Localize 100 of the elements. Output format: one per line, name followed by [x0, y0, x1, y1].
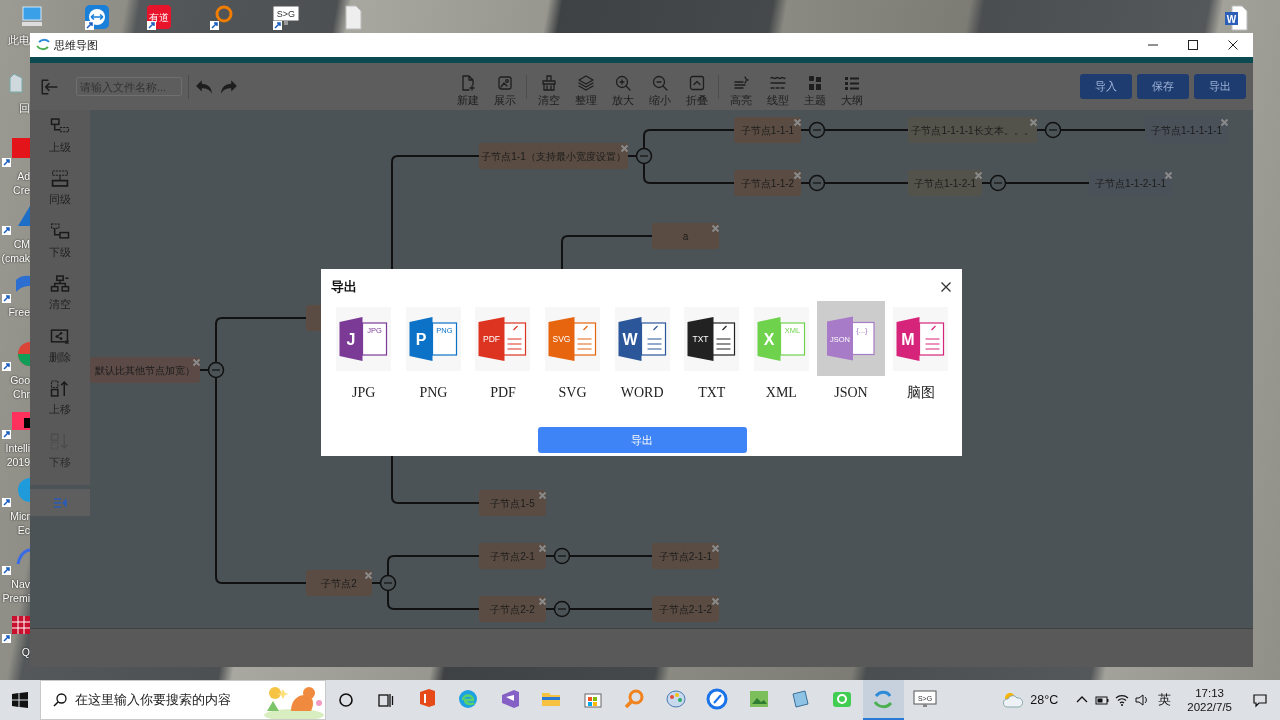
- chat-bubble-icon: [1252, 692, 1268, 708]
- collapse-toggle[interactable]: [553, 547, 571, 565]
- collapse-toggle[interactable]: [808, 174, 826, 192]
- logo-text: 有道: [149, 12, 169, 23]
- icon-letter: P: [415, 330, 427, 348]
- collapse-toggle[interactable]: [207, 361, 225, 379]
- format-option[interactable]: TXT TXT: [676, 301, 747, 403]
- close-icon[interactable]: [711, 224, 720, 233]
- tree-icon: [50, 275, 70, 293]
- input-method-text[interactable]: 英: [1158, 690, 1172, 710]
- icon-letter: J: [346, 330, 356, 348]
- new-file-icon: [459, 74, 476, 91]
- image-icon: [496, 74, 513, 91]
- collapse-icon: [688, 74, 705, 91]
- zoom-in-icon: [614, 74, 631, 91]
- close-icon[interactable]: [620, 144, 629, 153]
- icon-label: 2019: [6, 455, 30, 469]
- palette-icon: [664, 688, 687, 710]
- icon-letter: M: [901, 330, 915, 348]
- parent-node-icon: [50, 118, 70, 135]
- app-logo-icon: [36, 38, 50, 52]
- clock-date: 2022/7/5: [1187, 700, 1232, 714]
- sidebar-toggle-button[interactable]: [30, 489, 90, 516]
- close-icon[interactable]: [1164, 171, 1173, 180]
- close-icon[interactable]: [793, 171, 802, 180]
- icon-label: (cmak: [1, 251, 30, 265]
- format-option[interactable]: PDF PDF: [468, 301, 538, 403]
- format-option[interactable]: W WORD: [607, 301, 677, 403]
- close-icon[interactable]: [711, 544, 720, 553]
- close-icon[interactable]: [364, 571, 373, 580]
- redo-icon: [220, 77, 238, 96]
- search-box[interactable]: 在这里输入你要搜索的内容: [40, 680, 326, 720]
- list-icon: [843, 74, 860, 91]
- collapse-toggle[interactable]: [808, 121, 826, 139]
- toolbar-button[interactable]: 放大: [604, 74, 641, 107]
- collapse-panel-icon: [53, 496, 67, 509]
- redo-button[interactable]: [220, 77, 238, 96]
- icon-label: Premi: [2, 591, 30, 605]
- close-icon[interactable]: [538, 491, 547, 500]
- format-option[interactable]: M 脑图: [885, 301, 956, 403]
- toolbar-button[interactable]: 导入: [1080, 74, 1132, 99]
- toolbar-button[interactable]: 导出: [1194, 74, 1246, 99]
- collapse-toggle[interactable]: [1044, 121, 1062, 139]
- icon-label: 此电: [8, 33, 30, 47]
- magnifier-icon: [623, 688, 646, 710]
- close-icon[interactable]: [711, 597, 720, 606]
- icon-label: Ad: [17, 169, 30, 183]
- icon-letter: SVG: [552, 333, 571, 344]
- wifi-icon[interactable]: [1114, 692, 1131, 708]
- close-icon[interactable]: [793, 118, 802, 127]
- taskbar-app[interactable]: [862, 680, 904, 720]
- collapse-toggle[interactable]: [379, 574, 397, 592]
- close-icon[interactable]: [1029, 118, 1038, 127]
- dialog-title: 导出: [331, 277, 357, 296]
- zoom-out-icon: [651, 74, 668, 91]
- icon-label: Ec: [17, 523, 30, 537]
- icon-label: Cre: [13, 183, 30, 197]
- highlight-icon: [732, 74, 749, 91]
- delete-node-icon: [50, 327, 70, 345]
- close-icon[interactable]: [974, 171, 983, 180]
- collapse-toggle[interactable]: [635, 147, 653, 165]
- icon-label: Chr: [13, 387, 30, 401]
- windows-icon: [12, 692, 28, 708]
- icon-letter: W: [622, 330, 638, 348]
- close-button[interactable]: [940, 280, 952, 293]
- close-icon[interactable]: [192, 358, 201, 367]
- minimize-icon: [1148, 44, 1158, 46]
- exit-button[interactable]: [40, 77, 58, 96]
- line-style-icon: [769, 74, 786, 91]
- close-icon[interactable]: [538, 597, 547, 606]
- window-title: 思维导图: [54, 37, 99, 53]
- exit-icon: [40, 77, 58, 96]
- collapse-toggle[interactable]: [989, 174, 1007, 192]
- icon-letter: PDF: [483, 333, 501, 344]
- icon-label: 回: [19, 101, 30, 115]
- maximize-icon: [1188, 40, 1198, 50]
- weather-icon: [1002, 691, 1025, 709]
- broom-icon: [540, 74, 557, 91]
- clock-time: 17:13: [1195, 686, 1224, 700]
- close-icon[interactable]: [538, 544, 547, 553]
- grid-icon: [806, 74, 823, 91]
- icon-letter: TXT: [692, 333, 709, 344]
- format-option[interactable]: SVG SVG: [537, 301, 608, 403]
- circle-icon: [338, 692, 354, 708]
- export-button[interactable]: 导出: [537, 427, 747, 453]
- sibling-node-icon: [50, 170, 70, 188]
- collapse-toggle[interactable]: [553, 600, 571, 618]
- swirl-icon: [457, 688, 480, 710]
- note-icon: [789, 688, 812, 710]
- icon-label: Intelli: [5, 441, 30, 455]
- icon-label: Nav: [11, 577, 30, 591]
- icon-label: Micr: [10, 509, 30, 523]
- task-view-icon: [378, 692, 394, 708]
- toolbar-button[interactable]: 保存: [1137, 74, 1189, 99]
- swoosh-icon: [706, 688, 729, 710]
- temperature-text: 28°C: [1030, 691, 1059, 709]
- logo-text: W: [1226, 13, 1237, 25]
- icon-label: Goo: [10, 373, 30, 387]
- layers-icon: [577, 74, 594, 91]
- close-icon[interactable]: [1220, 118, 1229, 127]
